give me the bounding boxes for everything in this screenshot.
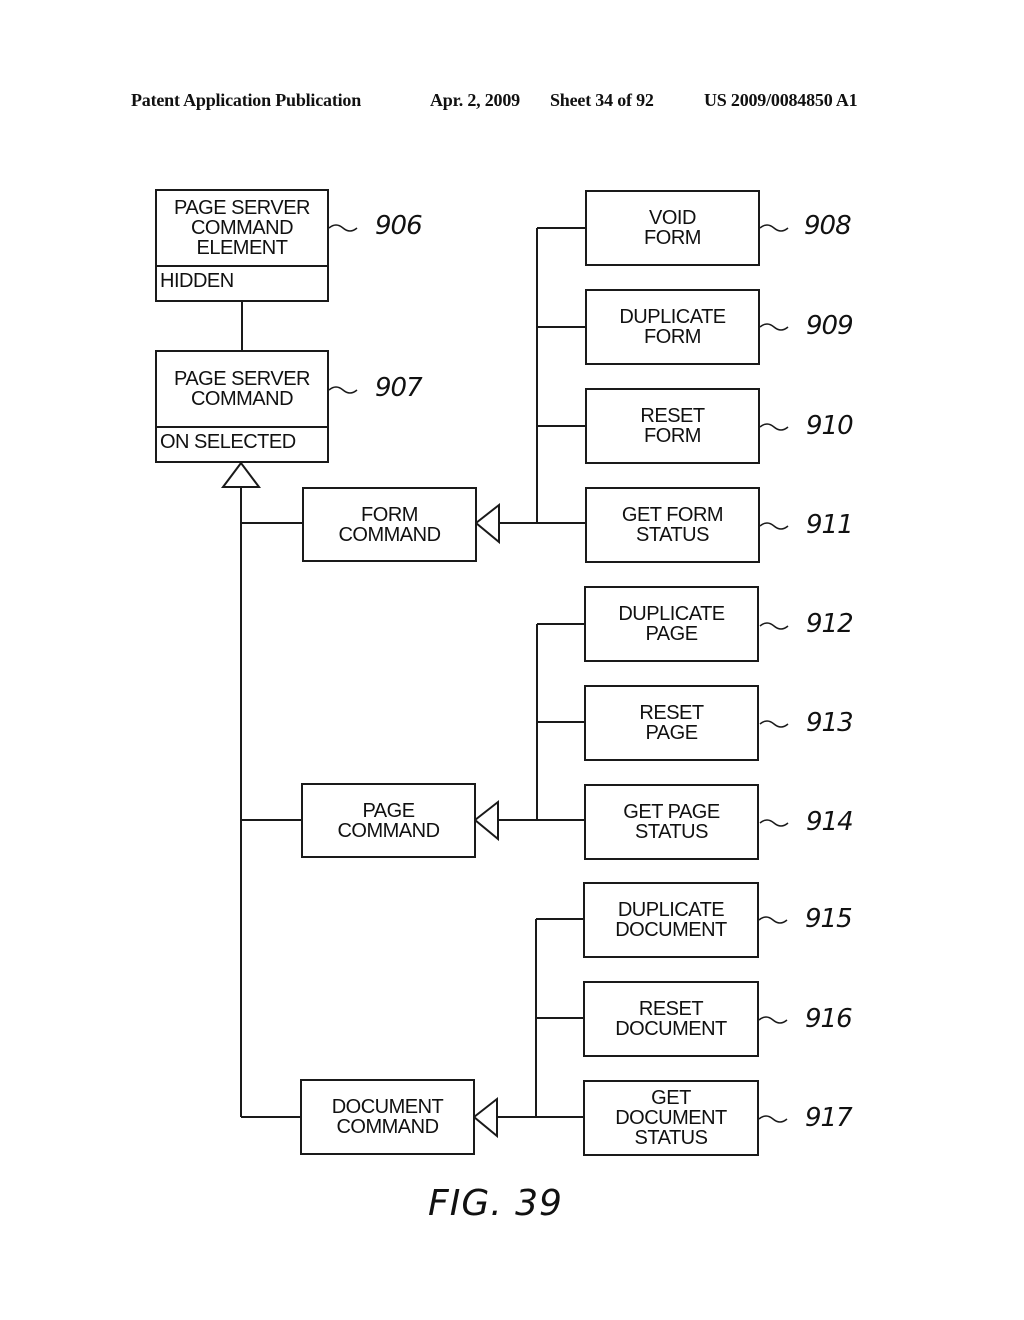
leader-tilde-icon	[758, 916, 788, 924]
reference-numeral: 907	[375, 373, 423, 403]
reference-numeral: 916	[805, 1004, 853, 1034]
class-page-server-command-element: PAGE SERVER COMMAND ELEMENT HIDDEN	[155, 189, 329, 302]
box-page-command: PAGE COMMAND	[301, 783, 476, 858]
reference-numeral: 908	[804, 211, 852, 241]
leader-tilde-icon	[759, 622, 789, 630]
reference-numeral: 915	[805, 904, 853, 934]
inheritance-arrow-icon	[473, 799, 499, 842]
leader-tilde-icon	[328, 386, 358, 394]
leader-tilde-icon	[759, 323, 789, 331]
leader-tilde-icon	[759, 720, 789, 728]
box-get-document-status: GET DOCUMENT STATUS	[583, 1080, 759, 1156]
box-reset-page: RESET PAGE	[584, 685, 759, 761]
class-attribute: HIDDEN	[160, 270, 234, 292]
class-name: PAGE SERVER COMMAND ELEMENT	[157, 191, 327, 267]
box-reset-document: RESET DOCUMENT	[583, 981, 759, 1057]
figure-label: FIG. 39	[428, 1183, 563, 1224]
reference-numeral: 914	[806, 807, 854, 837]
class-page-server-command: PAGE SERVER COMMAND ON SELECTED	[155, 350, 329, 463]
leader-tilde-icon	[759, 423, 789, 431]
leader-tilde-icon	[759, 819, 789, 827]
reference-numeral: 912	[806, 609, 854, 639]
leader-tilde-icon	[758, 1115, 788, 1123]
class-attribute: ON SELECTED	[160, 431, 296, 453]
leader-tilde-icon	[328, 224, 358, 232]
box-document-command: DOCUMENT COMMAND	[300, 1079, 475, 1155]
inheritance-arrow-icon	[474, 502, 500, 545]
reference-numeral: 911	[806, 510, 854, 540]
leader-tilde-icon	[758, 1016, 788, 1024]
box-form-command: FORM COMMAND	[302, 487, 477, 562]
inheritance-arrow-icon	[221, 461, 261, 488]
connector-lines	[221, 224, 789, 1139]
inheritance-arrow-icon	[472, 1096, 498, 1139]
class-name: PAGE SERVER COMMAND	[157, 352, 327, 428]
box-duplicate-page: DUPLICATE PAGE	[584, 586, 759, 662]
box-duplicate-form: DUPLICATE FORM	[585, 289, 760, 365]
box-get-form-status: GET FORM STATUS	[585, 487, 760, 563]
box-get-page-status: GET PAGE STATUS	[584, 784, 759, 860]
box-void-form: VOID FORM	[585, 190, 760, 266]
reference-numeral: 909	[806, 311, 854, 341]
leader-tilde-icon	[759, 522, 789, 530]
reference-numeral: 910	[806, 411, 854, 441]
box-reset-form: RESET FORM	[585, 388, 760, 464]
reference-numeral: 917	[805, 1103, 853, 1133]
box-duplicate-document: DUPLICATE DOCUMENT	[583, 882, 759, 958]
reference-numeral: 913	[806, 708, 854, 738]
leader-tilde-icon	[759, 224, 789, 232]
reference-numeral: 906	[375, 211, 423, 241]
